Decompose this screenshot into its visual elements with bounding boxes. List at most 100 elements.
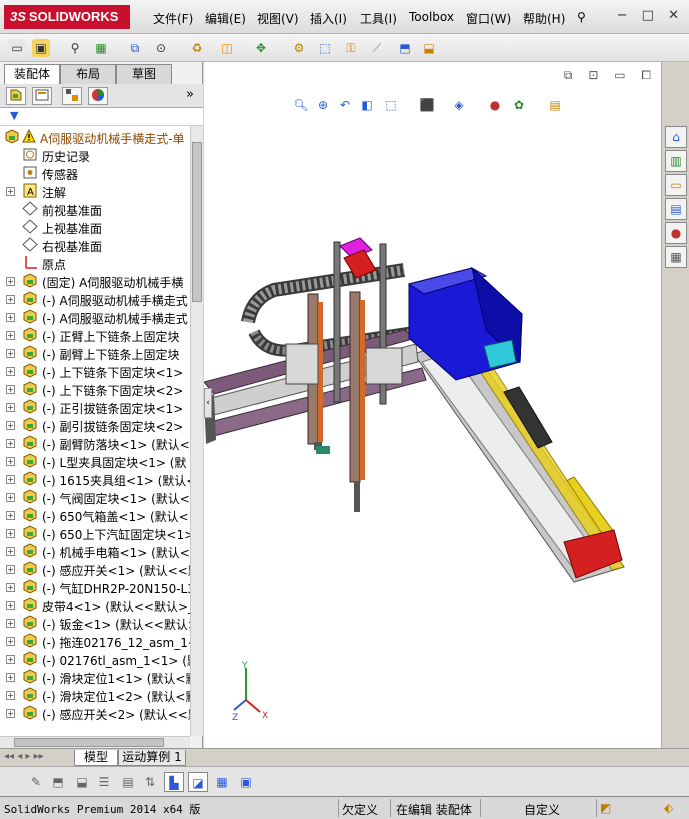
- tree-root-row[interactable]: A伺服驱动机械手横走式-单: [0, 128, 190, 146]
- menu-file[interactable]: 文件(F): [153, 10, 193, 27]
- tree-row[interactable]: 传感器: [0, 164, 190, 182]
- expand-toggle-icon[interactable]: +: [6, 601, 15, 610]
- tree-row[interactable]: + (-) 650上下汽缸固定块<1>: [0, 524, 190, 542]
- menu-tools[interactable]: 工具(I): [360, 10, 397, 27]
- expand-toggle-icon[interactable]: +: [6, 295, 15, 304]
- tree-row[interactable]: + (-) 气缸DHR2P-20N150-L35: [0, 578, 190, 596]
- shaded-view-icon[interactable]: ◪: [188, 772, 208, 792]
- tree-horizontal-scrollbar[interactable]: [0, 736, 190, 748]
- insert-component-icon[interactable]: ▦: [92, 39, 110, 57]
- tree-row[interactable]: + (-) 正臂上下链条上固定块: [0, 326, 190, 344]
- expand-toggle-icon[interactable]: +: [6, 475, 15, 484]
- expand-toggle-icon[interactable]: +: [6, 313, 15, 322]
- expand-toggle-icon[interactable]: +: [6, 421, 15, 430]
- tree-row[interactable]: + (-) 上下链条下固定块<1>: [0, 362, 190, 380]
- tree-row[interactable]: 原点: [0, 254, 190, 272]
- smart-fasteners-icon[interactable]: ⊙: [152, 39, 170, 57]
- menu-toolbox[interactable]: Toolbox: [409, 10, 454, 24]
- expand-toggle-icon[interactable]: +: [6, 403, 15, 412]
- tab-sketch[interactable]: 草图: [116, 64, 172, 84]
- tree-row[interactable]: + (-) 副臂防落块<1> (默认<: [0, 434, 190, 452]
- tree-row[interactable]: + (-) A伺服驱动机械手横走式: [0, 308, 190, 326]
- scroll-thumb[interactable]: [192, 142, 202, 302]
- units-status[interactable]: 自定义: [524, 801, 560, 818]
- pin-icon[interactable]: ⚲: [577, 10, 586, 24]
- menu-insert[interactable]: 插入(I): [310, 10, 347, 27]
- tree-row[interactable]: + (-) A伺服驱动机械手横走式: [0, 290, 190, 308]
- tree-row[interactable]: + (-) 拖连02176_12_asm_1<1: [0, 632, 190, 650]
- menu-help[interactable]: 帮助(H): [523, 10, 565, 27]
- menu-window[interactable]: 窗口(W): [466, 10, 511, 27]
- maximize-button[interactable]: □: [642, 8, 654, 23]
- measure-icon[interactable]: ⟋: [368, 39, 386, 57]
- tree-row[interactable]: 上视基准面: [0, 218, 190, 236]
- close-button[interactable]: ✕: [668, 8, 679, 23]
- tree-row[interactable]: + A 注解: [0, 182, 190, 200]
- tree-row[interactable]: + (-) 上下链条下固定块<2>: [0, 380, 190, 398]
- graphics-viewport[interactable]: ⧉ ⊡ ▭ ⧠ 🔍︎ ⊕ ↶ ◧ ⬚ ⬛ ◈ ● ✿ ▤ Y Z X ‹: [204, 62, 661, 748]
- tab-layout[interactable]: 布局: [60, 64, 116, 84]
- chart-view-icon[interactable]: ▙: [164, 772, 184, 792]
- filter-bar[interactable]: ▼: [0, 108, 203, 126]
- tree-row[interactable]: + (-) 1615夹具组<1> (默认<: [0, 470, 190, 488]
- help-tag-icon[interactable]: ⬖: [664, 801, 673, 815]
- minimize-button[interactable]: −: [617, 8, 628, 23]
- reference-geometry-icon[interactable]: ⬓: [420, 39, 438, 57]
- expand-toggle-icon[interactable]: +: [6, 277, 15, 286]
- tree-row[interactable]: + (-) 感应开关<1> (默认<<默: [0, 560, 190, 578]
- tree-row[interactable]: + (-) L型夹具固定块<1> (默: [0, 452, 190, 470]
- tree-row[interactable]: + (-) 滑块定位1<2> (默认<默: [0, 686, 190, 704]
- custom-properties-icon[interactable]: ▦: [665, 246, 687, 268]
- sensor-toolbar-icon[interactable]: ⚿: [342, 39, 360, 57]
- window-view-icon[interactable]: ▣: [236, 772, 256, 792]
- expand-toggle-icon[interactable]: +: [6, 349, 15, 358]
- tree-row[interactable]: 右视基准面: [0, 236, 190, 254]
- expand-toggle-icon[interactable]: +: [6, 493, 15, 502]
- mass-properties-icon[interactable]: ⬒: [396, 39, 414, 57]
- expand-panel-icon[interactable]: »: [186, 87, 194, 102]
- tree-row[interactable]: 前视基准面: [0, 200, 190, 218]
- expand-toggle-icon[interactable]: +: [6, 655, 15, 664]
- expand-toggle-icon[interactable]: +: [6, 565, 15, 574]
- expand-toggle-icon[interactable]: +: [6, 673, 15, 682]
- expand-toggle-icon[interactable]: +: [6, 529, 15, 538]
- expand-toggle-icon[interactable]: +: [6, 511, 15, 520]
- expand-toggle-icon[interactable]: +: [6, 691, 15, 700]
- file-explorer-icon[interactable]: ▭: [665, 174, 687, 196]
- expand-toggle-icon[interactable]: +: [6, 619, 15, 628]
- table-icon[interactable]: ▤: [118, 772, 138, 792]
- attach-icon[interactable]: ⚲: [66, 39, 84, 57]
- expand-toggle-icon[interactable]: +: [6, 637, 15, 646]
- open-folder-icon[interactable]: ▣: [32, 39, 50, 57]
- solidworks-resources-icon[interactable]: ⌂: [665, 126, 687, 148]
- expand-toggle-icon[interactable]: +: [6, 457, 15, 466]
- expand-toggle-icon[interactable]: +: [6, 439, 15, 448]
- grid-view-icon[interactable]: ▦: [212, 772, 232, 792]
- cut-icon[interactable]: ⬓: [72, 772, 92, 792]
- tab-model[interactable]: 模型: [74, 750, 118, 766]
- expand-toggle-icon[interactable]: +: [6, 385, 15, 394]
- tree-row[interactable]: + (-) 感应开关<2> (默认<<默: [0, 704, 190, 722]
- exploded-view-icon[interactable]: ⬚: [316, 39, 334, 57]
- tree-row[interactable]: + (-) 正引拔链条固定块<1>: [0, 398, 190, 416]
- assembly-features-icon[interactable]: ◫: [218, 39, 236, 57]
- expand-toggle-icon[interactable]: +: [6, 187, 15, 196]
- list-icon[interactable]: ☰: [94, 772, 114, 792]
- sort-icon[interactable]: ⇅: [140, 772, 160, 792]
- menu-view[interactable]: 视图(V): [257, 10, 299, 27]
- configuration-manager-icon[interactable]: [62, 87, 82, 105]
- tree-row[interactable]: + (-) 钣金<1> (默认<<默认>: [0, 614, 190, 632]
- tree-row[interactable]: + (固定) A伺服驱动机械手横: [0, 272, 190, 290]
- move-component-icon[interactable]: ✥: [252, 39, 270, 57]
- solidworks-logo[interactable]: 3S SOLIDWORKS: [4, 5, 130, 29]
- design-library-icon[interactable]: ▥: [665, 150, 687, 172]
- tree-row[interactable]: 历史记录: [0, 146, 190, 164]
- options-icon[interactable]: ⚙: [290, 39, 308, 57]
- tree-row[interactable]: + (-) 02176tl_asm_1<1> (默: [0, 650, 190, 668]
- mate-icon[interactable]: ⧉: [126, 39, 144, 57]
- tree-row[interactable]: + (-) 650气箱盖<1> (默认<<: [0, 506, 190, 524]
- tab-assembly[interactable]: 装配体: [4, 64, 60, 84]
- appearances-icon[interactable]: ●: [665, 222, 687, 244]
- hscroll-thumb[interactable]: [14, 738, 164, 747]
- menu-edit[interactable]: 编辑(E): [205, 10, 246, 27]
